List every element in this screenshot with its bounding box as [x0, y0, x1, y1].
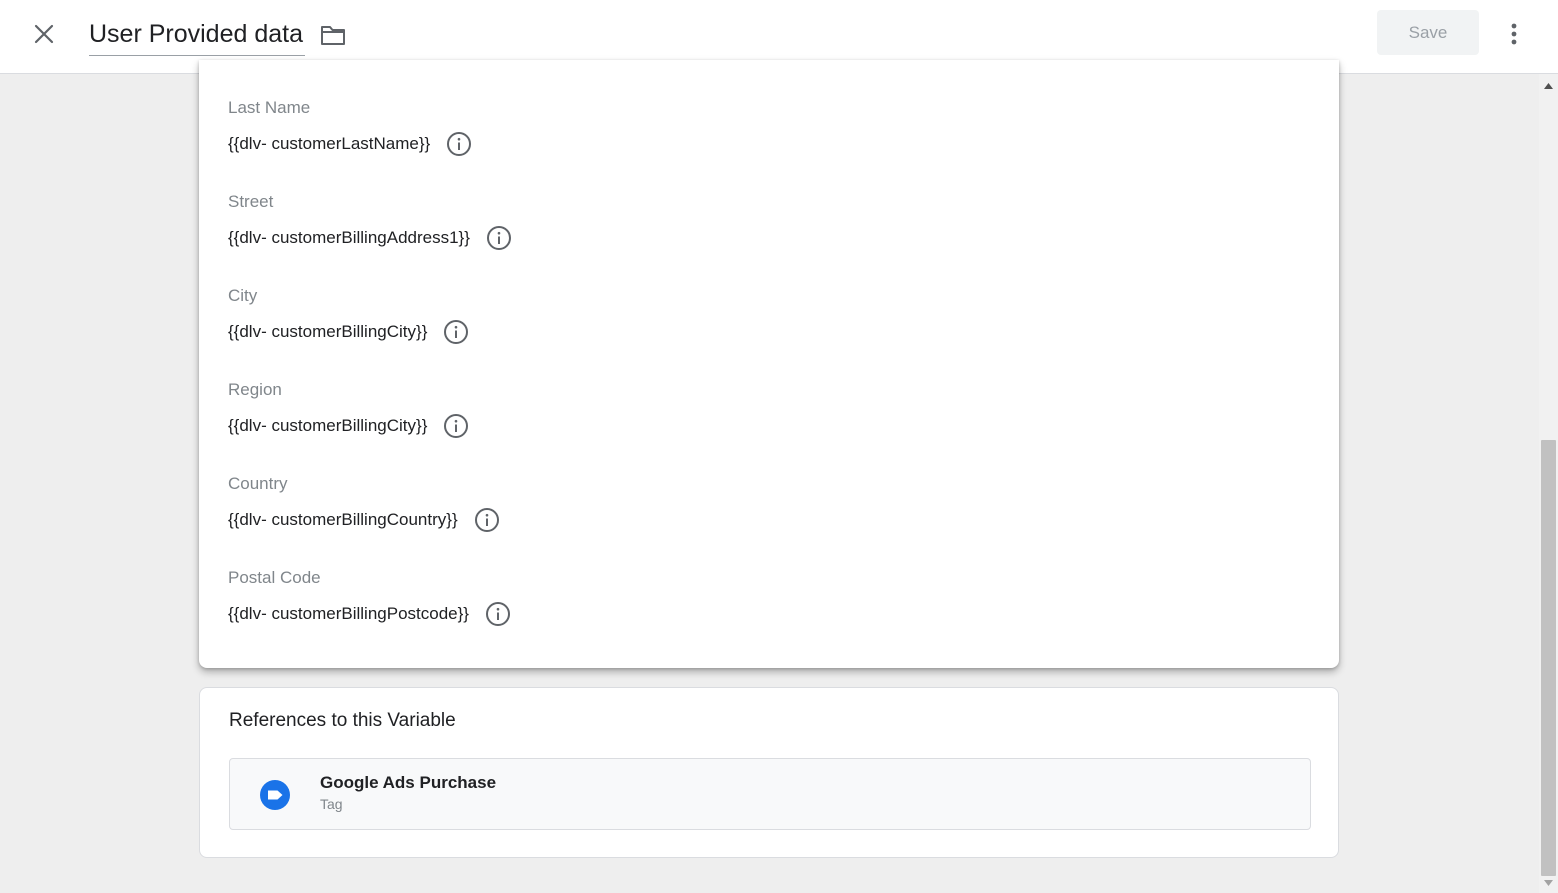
field-region: Region {{dlv- customerBillingCity}}	[228, 379, 469, 439]
more-options-button[interactable]	[1496, 14, 1532, 54]
info-icon[interactable]	[474, 507, 500, 533]
scroll-down-arrow[interactable]	[1539, 873, 1558, 893]
field-value[interactable]: {{dlv- customerBillingCity}}	[228, 322, 427, 342]
field-street: Street {{dlv- customerBillingAddress1}}	[228, 191, 512, 251]
field-value[interactable]: {{dlv- customerBillingCountry}}	[228, 510, 458, 530]
field-value[interactable]: {{dlv- customerLastName}}	[228, 134, 430, 154]
variable-name-field[interactable]: User Provided data	[89, 14, 306, 56]
field-value[interactable]: {{dlv- customerBillingCity}}	[228, 416, 427, 436]
folder-button[interactable]	[316, 18, 350, 52]
vertical-scrollbar[interactable]	[1539, 74, 1558, 893]
info-icon[interactable]	[485, 601, 511, 627]
reference-name: Google Ads Purchase	[320, 773, 497, 792]
info-icon[interactable]	[446, 131, 472, 157]
folder-icon	[321, 26, 345, 45]
info-icon[interactable]	[486, 225, 512, 251]
field-city: City {{dlv- customerBillingCity}}	[228, 285, 469, 345]
field-postal-code: Postal Code {{dlv- customerBillingPostco…	[228, 567, 511, 627]
reference-item[interactable]: Google Ads Purchase Tag	[229, 758, 1311, 830]
info-icon[interactable]	[443, 319, 469, 345]
field-value[interactable]: {{dlv- customerBillingPostcode}}	[228, 604, 469, 624]
close-button[interactable]	[24, 14, 64, 54]
field-last-name: Last Name {{dlv- customerLastName}}	[228, 97, 472, 157]
field-label: Last Name	[228, 98, 311, 117]
references-card: References to this Variable Google Ads P…	[199, 687, 1339, 858]
more-vert-icon	[1511, 23, 1517, 45]
variable-configuration-card: Last Name {{dlv- customerLastName}} Stre…	[199, 60, 1339, 668]
field-value[interactable]: {{dlv- customerBillingAddress1}}	[228, 228, 470, 248]
reference-type: Tag	[320, 796, 343, 812]
arrow-up-icon	[1544, 83, 1553, 89]
field-label: City	[228, 286, 258, 305]
page-title: User Provided data	[89, 20, 304, 48]
field-label: Country	[228, 474, 288, 493]
tag-icon	[260, 780, 290, 810]
references-title: References to this Variable	[229, 710, 456, 731]
field-label: Street	[228, 192, 274, 211]
field-country: Country {{dlv- customerBillingCountry}}	[228, 473, 500, 533]
close-icon	[34, 24, 54, 44]
arrow-down-icon	[1544, 880, 1553, 886]
scrollbar-thumb[interactable]	[1541, 440, 1556, 876]
field-label: Postal Code	[228, 568, 321, 587]
save-button[interactable]: Save	[1377, 10, 1479, 55]
info-icon[interactable]	[443, 413, 469, 439]
field-label: Region	[228, 380, 282, 399]
scroll-up-arrow[interactable]	[1539, 76, 1558, 96]
